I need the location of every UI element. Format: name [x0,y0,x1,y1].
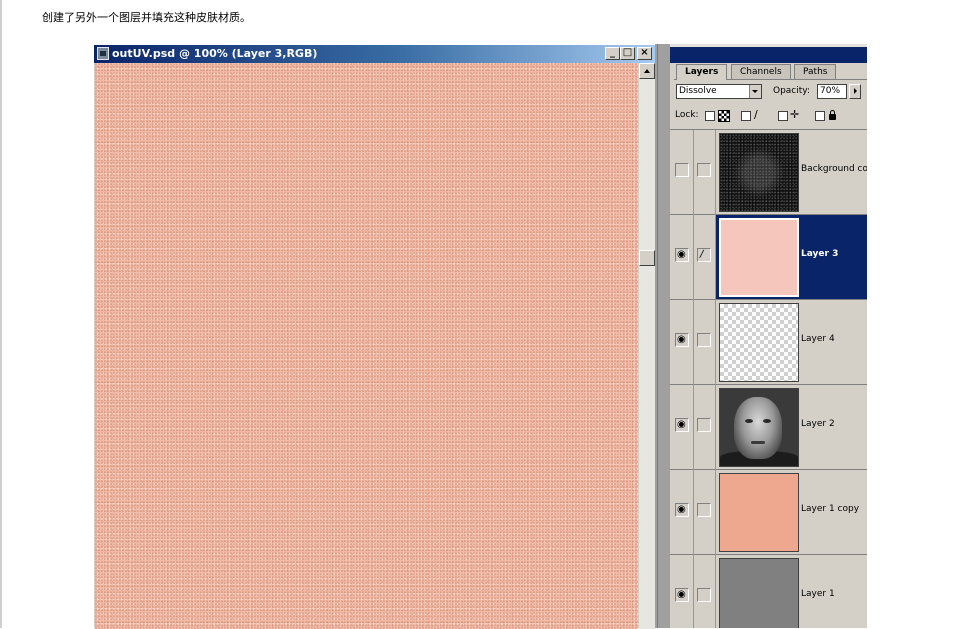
face-eye [745,419,753,423]
eye-icon: ◉ [677,589,686,600]
workspace-gap [655,44,670,628]
page-left-rule [0,0,2,628]
column-divider [693,470,694,555]
lock-transparency-icon [718,110,730,122]
link-toggle[interactable] [697,503,711,517]
link-toggle[interactable] [697,333,711,347]
visibility-toggle[interactable]: ◉ [675,588,689,602]
chevron-down-icon[interactable] [749,85,761,98]
column-divider [693,385,694,470]
article-caption: 创建了另外一个图层并填充这种皮肤材质。 [42,11,251,24]
tab-channels[interactable]: Channels [731,64,791,79]
layer-thumbnail [719,303,799,382]
maximize-button[interactable]: □ [620,47,635,60]
tab-paths[interactable]: Paths [794,64,837,79]
scroll-up-arrow-icon[interactable] [639,63,655,79]
brush-icon: ∕ [700,249,704,260]
document-window: outUV.psd @ 100% (Layer 3,RGB) _ □ × [93,44,655,629]
document-title: outUV.psd @ 100% (Layer 3,RGB) [112,47,318,60]
blend-mode-value: Dissolve [679,86,717,96]
layer-list: Background copy ◉ ∕ Layer 3 ◉ Layer 4 ◉ [670,130,867,628]
layer-thumbnail [719,473,799,552]
document-titlebar[interactable]: outUV.psd @ 100% (Layer 3,RGB) _ □ × [94,45,655,63]
minimize-button[interactable]: _ [605,47,620,60]
layer-row[interactable]: ◉ Layer 4 [670,300,867,385]
visibility-toggle[interactable] [675,163,689,177]
face-head [734,397,782,459]
opacity-input[interactable]: 70% [817,84,847,99]
layer-thumbnail [719,388,799,467]
lock-row: Lock: ∕ ✛ [675,109,865,123]
layer-row[interactable]: ◉ Layer 1 copy [670,470,867,555]
layer-thumbnail [719,133,799,212]
move-icon: ✛ [790,108,800,121]
document-canvas[interactable] [95,63,638,629]
layer-row[interactable]: Background copy [670,130,867,215]
eye-icon: ◉ [677,504,686,515]
opacity-label: Opacity: [773,86,810,96]
visibility-toggle[interactable]: ◉ [675,418,689,432]
column-divider [693,215,694,300]
layer-row[interactable]: ◉ Layer 2 [670,385,867,470]
opacity-slider-arrow-icon[interactable] [849,84,861,99]
lock-transparency-checkbox[interactable] [705,111,715,121]
layer-row-selected[interactable]: ◉ ∕ Layer 3 [670,215,867,300]
column-divider [693,555,694,628]
palette-tabs: Layers Channels Paths [674,64,867,80]
column-divider [693,300,694,385]
vertical-scrollbar[interactable] [639,63,655,629]
palette-titlebar[interactable] [670,47,867,63]
layer-thumbnail [719,558,799,628]
eye-icon: ◉ [677,249,686,260]
layer-thumbnail [719,218,799,297]
layer-name: Layer 1 copy [801,504,860,514]
visibility-toggle[interactable]: ◉ [675,248,689,262]
photoshop-doc-icon [97,47,109,60]
visibility-toggle[interactable]: ◉ [675,333,689,347]
layer-name: Layer 2 [801,419,835,429]
column-divider [693,130,694,215]
lock-label: Lock: [675,110,699,120]
eye-icon: ◉ [677,419,686,430]
layer-row[interactable]: ◉ Layer 1 [670,555,867,628]
link-toggle[interactable] [697,418,711,432]
layer-name: Background copy [801,164,867,174]
visibility-toggle[interactable]: ◉ [675,503,689,517]
layers-palette: Layers Channels Paths Dissolve Opacity: … [670,44,867,628]
brush-icon: ∕ [754,108,758,121]
lock-all-checkbox[interactable] [815,111,825,121]
scrollbar-thumb[interactable] [639,250,655,266]
layer-name: Layer 3 [801,249,839,259]
close-button[interactable]: × [637,47,652,60]
layer-name: Layer 1 [801,589,835,599]
tab-layers[interactable]: Layers [676,64,728,80]
face-eye [763,419,771,423]
link-toggle[interactable] [697,163,711,177]
layer-name: Layer 4 [801,334,835,344]
face-mouth [751,441,765,444]
blend-mode-select[interactable]: Dissolve [676,84,762,99]
padlock-icon [829,110,836,120]
link-toggle[interactable] [697,588,711,602]
eye-icon: ◉ [677,334,686,345]
lock-image-checkbox[interactable] [741,111,751,121]
edit-toggle[interactable]: ∕ [697,248,711,262]
lock-position-checkbox[interactable] [778,111,788,121]
